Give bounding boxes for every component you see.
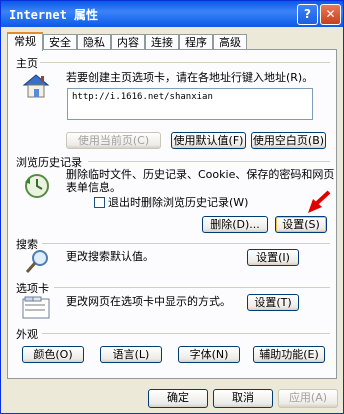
title-bar[interactable]: Internet 属性 ? ✕ [1, 1, 343, 27]
delete-history-button[interactable]: 删除(D)... [202, 216, 268, 233]
home-section-label: 主页 [16, 57, 38, 70]
search-description: 更改搜索默认值。 [66, 250, 154, 263]
history-description-line-1: 删除临时文件、历史记录、Cookie、保存的密码和网页 [66, 168, 335, 181]
history-description-line-2: 表单信息。 [66, 181, 121, 194]
red-arrow-annotation-icon [308, 190, 331, 213]
search-settings-button[interactable]: 设置(I) [247, 249, 299, 266]
use-default-button[interactable]: 使用默认值(F) [171, 132, 246, 149]
history-settings-button[interactable]: 设置(S) [275, 216, 327, 233]
tab-programs[interactable]: 程序 [179, 34, 213, 50]
search-divider [42, 243, 330, 244]
history-divider [88, 161, 330, 162]
languages-button[interactable]: 语言(L) [100, 346, 162, 363]
use-current-button[interactable]: 使用当前页(C) [66, 132, 161, 149]
use-blank-button[interactable]: 使用空白页(B) [251, 132, 326, 149]
window-title: Internet 属性 [9, 8, 99, 22]
appearance-divider [42, 333, 330, 334]
home-divider [40, 62, 330, 63]
fonts-button[interactable]: 字体(N) [178, 346, 240, 363]
tab-connections[interactable]: 连接 [145, 34, 179, 50]
tab-advanced[interactable]: 高级 [213, 34, 247, 50]
house-icon [22, 74, 50, 98]
history-clock-icon [25, 174, 49, 198]
tab-content[interactable]: 内容 [111, 34, 145, 50]
accessibility-button[interactable]: 辅助功能(E) [253, 346, 325, 363]
help-button[interactable]: ? [297, 4, 318, 25]
colors-button[interactable]: 颜色(O) [22, 346, 84, 363]
close-button[interactable]: ✕ [320, 4, 341, 25]
magnifier-icon [25, 250, 48, 273]
tab-privacy[interactable]: 隐私 [77, 34, 111, 50]
tabs-settings-button[interactable]: 设置(T) [247, 294, 299, 311]
internet-properties-dialog: Internet 属性 ? ✕ 常规 安全 隐私 内容 连接 程序 高级 主页 … [0, 0, 344, 414]
tabs-section-label: 选项卡 [16, 282, 49, 295]
home-description: 若要创建主页选项卡，请在各地址行键入地址(R)。 [66, 71, 314, 84]
delete-on-exit-label: 退出时删除浏览历史记录(W) [108, 196, 249, 209]
general-tab-panel: 主页 若要创建主页选项卡，请在各地址行键入地址(R)。 http://i.161… [7, 49, 337, 379]
delete-on-exit-checkbox[interactable] [94, 197, 105, 208]
home-page-url-input[interactable]: http://i.1616.net/shanxian [67, 88, 313, 120]
tabs-description: 更改网页在选项卡中显示的方式。 [66, 295, 231, 308]
apply-button[interactable]: 应用(A) [278, 389, 338, 408]
tab-general[interactable]: 常规 [7, 32, 43, 51]
tabs-window-icon [22, 296, 50, 319]
appearance-section-label: 外观 [16, 328, 38, 341]
tabs-divider [54, 287, 330, 288]
tab-security[interactable]: 安全 [43, 34, 77, 50]
cancel-button[interactable]: 取消 [213, 389, 273, 408]
ok-button[interactable]: 确定 [148, 389, 208, 408]
